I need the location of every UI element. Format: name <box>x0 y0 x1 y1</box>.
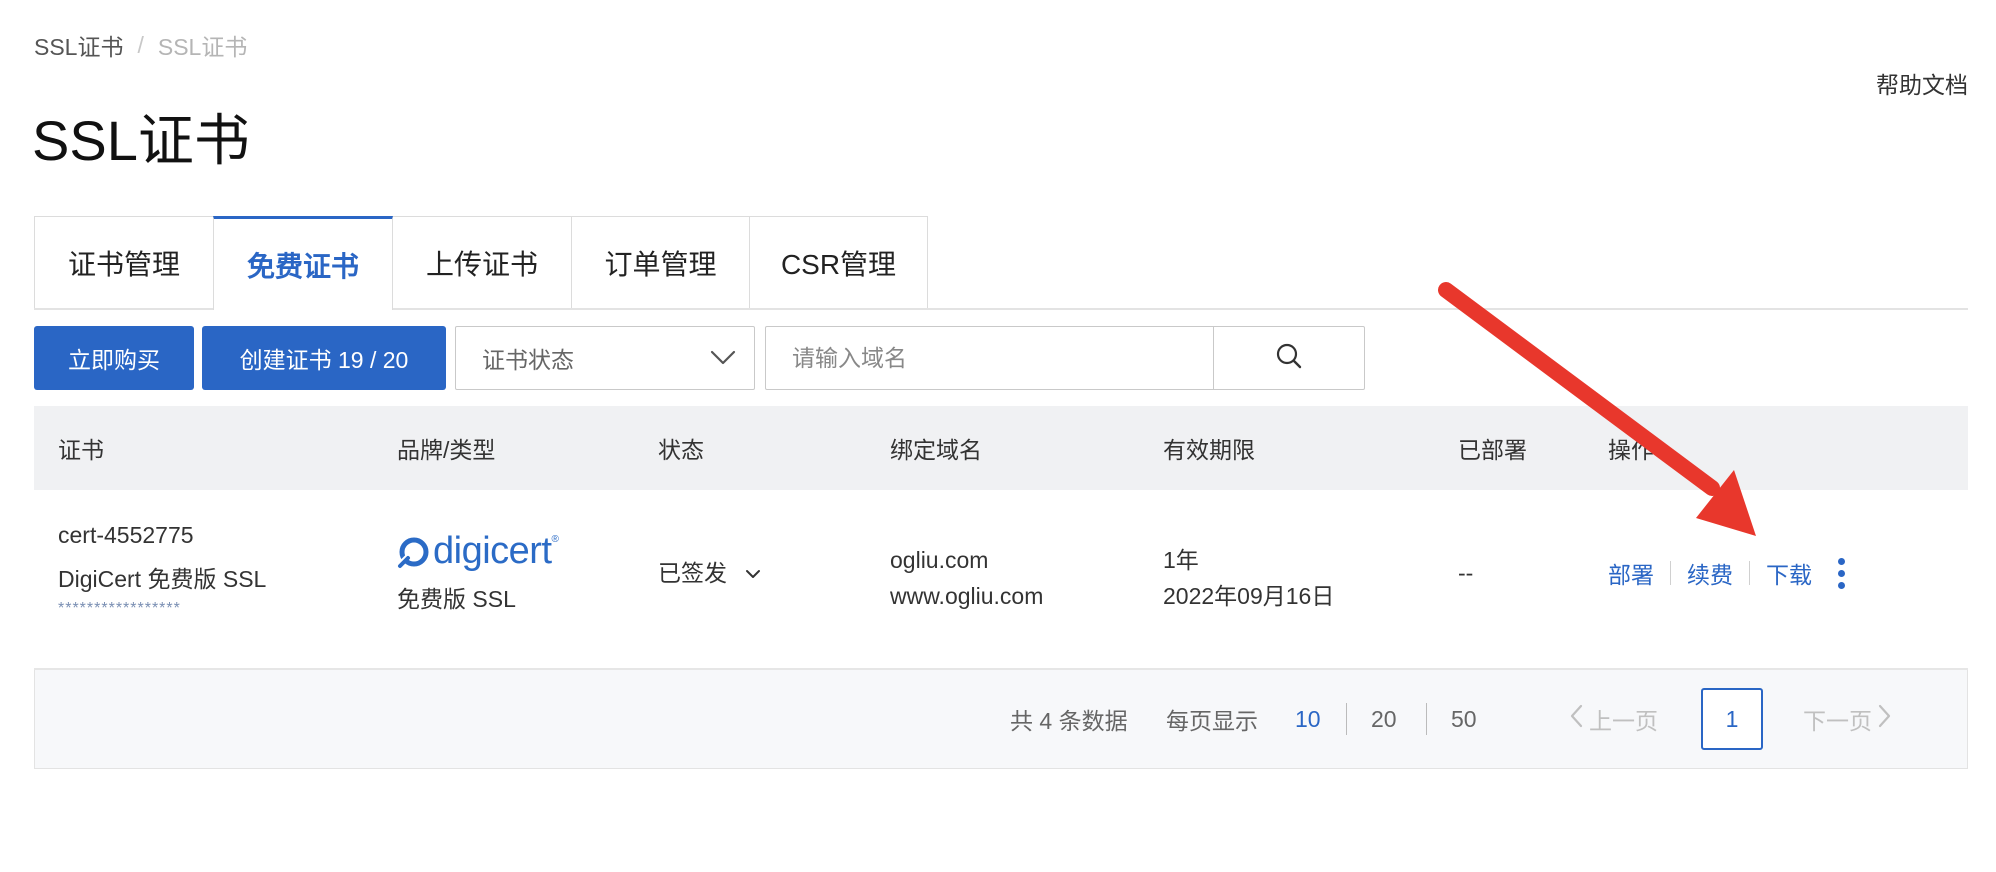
chevron-left-icon <box>1569 704 1583 734</box>
page-number-container: 1 <box>1701 670 1763 768</box>
page-size-divider <box>1426 670 1427 768</box>
status-text: 已签发 <box>658 560 727 586</box>
breadcrumb-separator: / <box>137 31 144 58</box>
buy-now-button[interactable]: 立即购买 <box>34 326 194 390</box>
page: SSL证书 / SSL证书 帮助文档 SSL证书 证书管理 免费证书 上传证书 … <box>0 0 1996 872</box>
cert-name: DigiCert 免费版 SSL <box>58 566 267 592</box>
total-count: 共 4 条数据 <box>1010 708 1128 734</box>
chevron-right-icon <box>1878 704 1892 734</box>
brand-logo-text: digicert <box>433 530 552 572</box>
bound-domains: ogliu.com www.ogliu.com <box>890 542 1043 614</box>
tab-csr-management[interactable]: CSR管理 <box>749 216 928 308</box>
breadcrumb: SSL证书 / SSL证书 <box>34 28 247 62</box>
column-header-validity: 有效期限 <box>1163 437 1255 463</box>
domain-item: ogliu.com <box>890 547 989 573</box>
column-header-actions: 操作 <box>1608 437 1654 463</box>
column-header-domains: 绑定域名 <box>890 437 982 463</box>
deploy-link[interactable]: 部署 <box>1608 556 1654 590</box>
next-page-label: 下一页 <box>1803 708 1872 734</box>
search-button[interactable] <box>1213 327 1364 389</box>
tab-cert-management[interactable]: 证书管理 <box>34 216 214 308</box>
renew-link[interactable]: 续费 <box>1687 556 1733 590</box>
toolbar: 立即购买 创建证书 19 / 20 证书状态 <box>34 326 1365 390</box>
tab-order-management[interactable]: 订单管理 <box>571 216 750 308</box>
table-header: 证书 品牌/类型 状态 绑定域名 有效期限 已部署 操作 <box>34 406 1968 490</box>
page-size-20[interactable]: 20 <box>1371 670 1397 768</box>
cert-status-select[interactable]: 证书状态 <box>455 326 755 390</box>
status-dropdown[interactable]: 已签发 <box>658 554 761 588</box>
page-number-current[interactable]: 1 <box>1701 688 1763 750</box>
brand-type: 免费版 SSL <box>397 586 516 612</box>
column-header-status: 状态 <box>658 437 704 463</box>
breadcrumb-root[interactable]: SSL证书 <box>34 28 123 62</box>
domain-search-box <box>765 326 1365 390</box>
column-header-brand-type: 品牌/类型 <box>397 437 496 463</box>
action-divider <box>1670 561 1671 585</box>
domain-item: www.ogliu.com <box>890 583 1044 609</box>
validity-period: 1年 2022年09月16日 <box>1163 542 1334 614</box>
page-size-50[interactable]: 50 <box>1451 670 1477 768</box>
validity-date: 2022年09月16日 <box>1163 583 1335 609</box>
tab-bar: 证书管理 免费证书 上传证书 订单管理 CSR管理 <box>34 216 1968 310</box>
tab-upload-cert[interactable]: 上传证书 <box>392 216 572 308</box>
chevron-down-icon <box>745 558 761 585</box>
help-docs-link[interactable]: 帮助文档 <box>1876 66 1968 100</box>
download-link[interactable]: 下载 <box>1766 556 1812 590</box>
cert-masked-value: ***************** <box>58 600 181 617</box>
cert-table: 证书 品牌/类型 状态 绑定域名 有效期限 已部署 操作 cert-455277… <box>34 406 1968 769</box>
search-icon <box>1275 342 1303 375</box>
create-cert-button[interactable]: 创建证书 19 / 20 <box>202 326 446 390</box>
validity-duration: 1年 <box>1163 547 1199 573</box>
prev-page-button[interactable]: 上一页 <box>1569 670 1658 768</box>
tab-free-cert[interactable]: 免费证书 <box>213 216 393 310</box>
domain-search-input[interactable] <box>766 327 1213 389</box>
page-size-10[interactable]: 10 <box>1295 670 1321 768</box>
deployed-value: -- <box>1458 560 1474 586</box>
prev-page-label: 上一页 <box>1589 708 1658 734</box>
cert-id: cert-4552775 <box>58 522 194 548</box>
chevron-down-icon <box>710 345 736 372</box>
cert-status-select-value: 证书状态 <box>482 347 574 373</box>
more-options-icon[interactable] <box>1838 557 1845 589</box>
pagination: 共 4 条数据 每页显示 10 20 50 上一页 1 下一页 <box>34 670 1968 769</box>
table-row: cert-4552775 DigiCert 免费版 SSL **********… <box>34 490 1968 670</box>
digicert-logo-icon: digicert ® <box>397 530 559 573</box>
column-header-deployed: 已部署 <box>1458 437 1527 463</box>
row-actions: 部署 续费 下载 <box>1608 556 1845 590</box>
next-page-button[interactable]: 下一页 <box>1803 670 1892 768</box>
page-size-label: 每页显示 <box>1166 708 1258 734</box>
page-title: SSL证书 <box>32 109 250 172</box>
page-size-divider <box>1346 670 1347 768</box>
registered-mark-icon: ® <box>551 534 559 545</box>
breadcrumb-current: SSL证书 <box>157 34 248 60</box>
column-header-cert: 证书 <box>58 437 104 463</box>
action-divider <box>1749 561 1750 585</box>
